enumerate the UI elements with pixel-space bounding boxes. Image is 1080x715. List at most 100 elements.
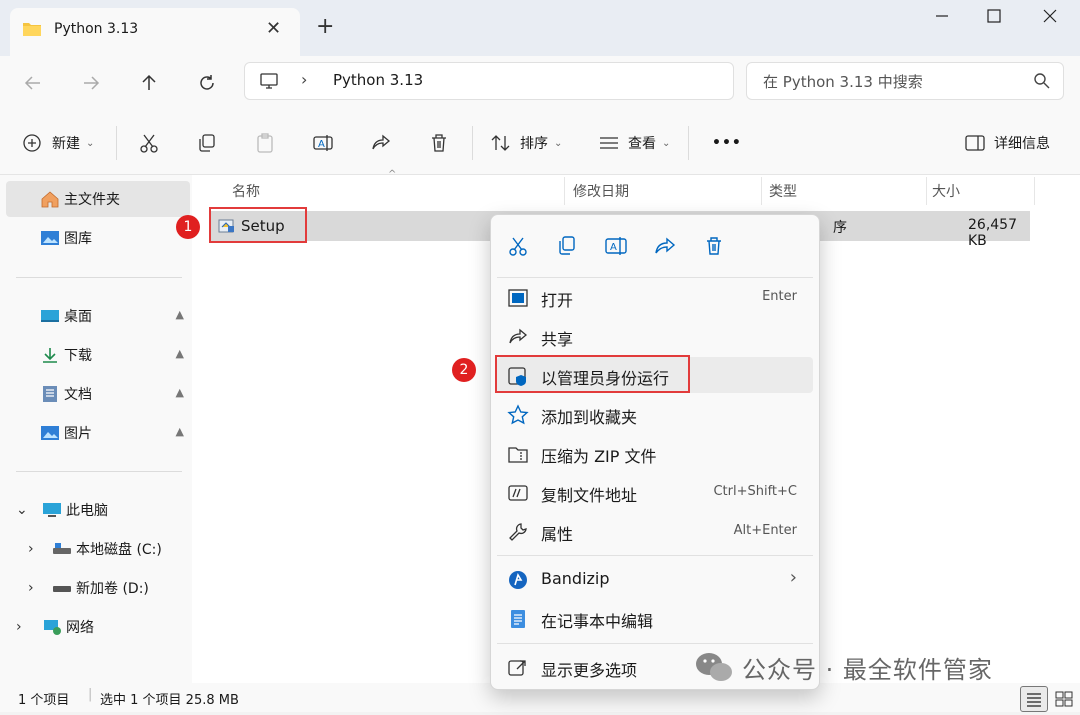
step-badge-2: 2 bbox=[452, 358, 476, 382]
menu-item-copy-path[interactable]: 复制文件地址 Ctrl+Shift+C bbox=[497, 474, 813, 510]
trash-icon[interactable] bbox=[699, 231, 729, 261]
cut-button[interactable] bbox=[138, 130, 160, 156]
close-icon[interactable] bbox=[1040, 6, 1060, 26]
sidebar-item-downloads[interactable]: 下载 ▲ bbox=[6, 337, 190, 373]
expand-chevron-icon[interactable]: › bbox=[28, 541, 44, 557]
forward-icon[interactable] bbox=[76, 68, 106, 98]
menu-item-label: 复制文件地址 bbox=[541, 486, 638, 505]
tab-close-button[interactable]: ✕ bbox=[266, 18, 281, 39]
submenu-arrow-icon: › bbox=[789, 567, 797, 588]
share-button[interactable] bbox=[370, 130, 392, 156]
sidebar-item-label: 图片 bbox=[64, 426, 92, 442]
minimize-icon[interactable] bbox=[932, 6, 952, 26]
drive-icon bbox=[53, 586, 71, 592]
collapse-chevron-icon[interactable]: ⌄ bbox=[16, 502, 32, 518]
column-header-type[interactable]: 类型 bbox=[769, 181, 797, 201]
share-icon[interactable] bbox=[650, 231, 680, 261]
pin-icon[interactable]: ▲ bbox=[176, 347, 184, 360]
divider bbox=[16, 471, 182, 472]
rename-button[interactable]: A bbox=[312, 130, 334, 156]
highlight-box-setup bbox=[209, 207, 307, 243]
sidebar-item-gallery[interactable]: 图库 bbox=[6, 220, 190, 256]
status-divider: | bbox=[88, 687, 93, 702]
copy-icon[interactable] bbox=[552, 231, 582, 261]
menu-divider bbox=[497, 277, 813, 278]
sidebar-item-this-pc[interactable]: ⌄ 此电脑 bbox=[6, 492, 190, 528]
selection-info: 选中 1 个项目 25.8 MB bbox=[100, 693, 239, 708]
maximize-icon[interactable] bbox=[984, 6, 1004, 26]
tiles-view-icon[interactable] bbox=[1054, 690, 1074, 708]
details-label: 详细信息 bbox=[994, 136, 1050, 152]
drive-icon bbox=[53, 543, 71, 554]
chevron-down-icon: ⌄ bbox=[662, 137, 671, 149]
copy-button[interactable] bbox=[196, 130, 218, 156]
sidebar-item-home[interactable]: 主文件夹 bbox=[6, 181, 190, 217]
sidebar-item-desktop[interactable]: 桌面 ▲ bbox=[6, 298, 190, 334]
menu-item-label: 压缩为 ZIP 文件 bbox=[541, 447, 657, 466]
tab-python[interactable]: Python 3.13 ✕ bbox=[10, 8, 300, 56]
sidebar-item-documents[interactable]: 文档 ▲ bbox=[6, 376, 190, 412]
sidebar-item-label: 此电脑 bbox=[66, 503, 108, 519]
search-input[interactable]: 在 Python 3.13 中搜索 bbox=[746, 62, 1064, 100]
title-bar: Python 3.13 ✕ + bbox=[0, 0, 1080, 56]
view-button[interactable]: 查看 ⌄ bbox=[598, 130, 670, 156]
new-button[interactable]: 新建 ⌄ bbox=[22, 130, 94, 156]
share-icon bbox=[509, 328, 528, 344]
expand-chevron-icon[interactable]: › bbox=[28, 580, 44, 596]
rename-icon[interactable]: A bbox=[601, 231, 631, 261]
address-bar[interactable]: › Python 3.13 bbox=[244, 62, 734, 100]
menu-item-open[interactable]: 打开 Enter bbox=[497, 279, 813, 315]
rename-icon: A bbox=[313, 135, 333, 151]
menu-item-notepad[interactable]: 在记事本中编辑 bbox=[497, 600, 813, 636]
gallery-icon bbox=[41, 231, 59, 245]
address-path[interactable]: Python 3.13 bbox=[333, 71, 423, 89]
search-placeholder: 在 Python 3.13 中搜索 bbox=[763, 73, 923, 91]
sidebar-item-label: 桌面 bbox=[64, 309, 92, 325]
back-icon[interactable] bbox=[18, 68, 48, 98]
menu-item-properties[interactable]: 属性 Alt+Enter bbox=[497, 513, 813, 549]
menu-shortcut: Enter bbox=[762, 289, 797, 304]
column-divider[interactable] bbox=[1034, 177, 1035, 205]
star-icon bbox=[507, 404, 529, 425]
menu-item-label: 显示更多选项 bbox=[541, 661, 638, 680]
column-header-name[interactable]: 名称 bbox=[232, 181, 260, 201]
column-divider[interactable] bbox=[761, 177, 762, 205]
column-header-modified[interactable]: 修改日期 bbox=[573, 181, 629, 201]
up-icon[interactable] bbox=[134, 68, 164, 98]
column-divider[interactable] bbox=[926, 177, 927, 205]
menu-item-add-favorite[interactable]: 添加到收藏夹 bbox=[497, 396, 813, 432]
sidebar-item-drive-c[interactable]: › 本地磁盘 (C:) bbox=[6, 531, 190, 567]
sort-button[interactable]: 排序 ⌄ bbox=[490, 130, 562, 156]
sidebar-item-drive-d[interactable]: › 新加卷 (D:) bbox=[6, 570, 190, 606]
file-type: 序 bbox=[833, 220, 847, 236]
notepad-icon bbox=[511, 610, 525, 628]
delete-button[interactable] bbox=[428, 130, 450, 156]
more-options-icon bbox=[508, 660, 526, 676]
column-divider[interactable] bbox=[564, 177, 565, 205]
menu-item-share[interactable]: 共享 bbox=[497, 318, 813, 354]
more-button[interactable]: ••• bbox=[712, 130, 742, 156]
share-icon bbox=[372, 134, 391, 150]
pictures-icon bbox=[41, 426, 59, 440]
refresh-icon[interactable] bbox=[192, 68, 222, 98]
expand-chevron-icon[interactable]: › bbox=[16, 619, 32, 635]
paste-button[interactable] bbox=[254, 130, 276, 156]
new-tab-button[interactable]: + bbox=[316, 14, 334, 39]
sidebar-item-pictures[interactable]: 图片 ▲ bbox=[6, 415, 190, 451]
pin-icon[interactable]: ▲ bbox=[176, 308, 184, 321]
pin-icon[interactable]: ▲ bbox=[176, 386, 184, 399]
column-header-size[interactable]: 大小 bbox=[932, 181, 960, 201]
details-button[interactable]: 详细信息 bbox=[964, 130, 1050, 156]
sidebar-item-network[interactable]: › 网络 bbox=[6, 609, 190, 645]
tab-title: Python 3.13 bbox=[54, 21, 139, 37]
address-chevron[interactable]: › bbox=[301, 70, 307, 89]
details-view-button[interactable] bbox=[1020, 686, 1048, 712]
cut-icon[interactable] bbox=[503, 231, 533, 261]
menu-item-label: 添加到收藏夹 bbox=[541, 408, 638, 427]
sort-indicator-icon: ^ bbox=[388, 169, 397, 180]
pin-icon[interactable]: ▲ bbox=[176, 425, 184, 438]
highlight-box-run-as-admin bbox=[495, 355, 690, 393]
watermark-text: 公众号 · 最全软件管家 bbox=[742, 656, 993, 684]
menu-item-bandizip[interactable]: Bandizip › bbox=[497, 561, 813, 597]
menu-item-zip[interactable]: 压缩为 ZIP 文件 bbox=[497, 435, 813, 471]
